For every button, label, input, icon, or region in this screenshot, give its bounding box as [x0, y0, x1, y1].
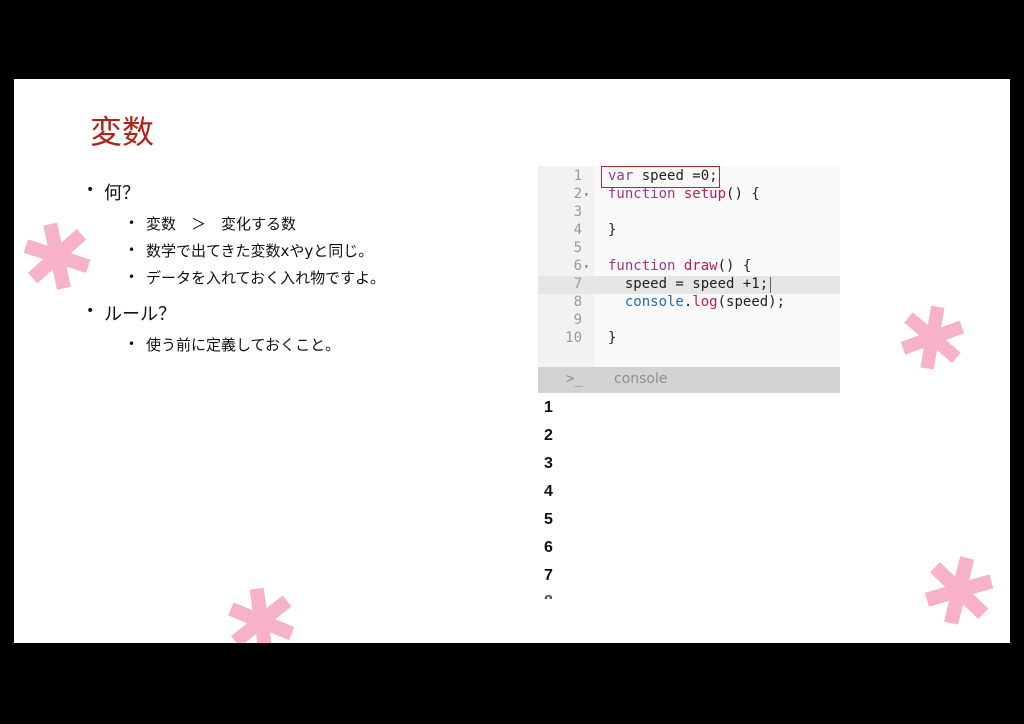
code-text: speed = speed +1;	[608, 276, 769, 292]
code-text: function setup() {	[608, 186, 760, 202]
console-output-line: 1	[544, 399, 553, 416]
console-header[interactable]: >_ console	[538, 367, 840, 393]
console-output-line: 5	[544, 511, 553, 528]
console-prompt-icon: >_	[566, 371, 583, 387]
code-line[interactable]: 2 ▾ function setup() {	[538, 186, 840, 204]
bullet-list: 何？ 変数 ＞ 変化する数 数学で出てきた変数xやyと同じ。 データを入れておく…	[84, 179, 385, 367]
text-cursor	[770, 277, 771, 293]
asterisk-decoration-icon: ✱	[887, 284, 977, 396]
code-line-active[interactable]: 7 speed = speed +1;	[538, 276, 840, 294]
code-line[interactable]: 10 }	[538, 330, 840, 348]
bullet-group-rule: ルール？ 使う前に定義しておくこと。	[84, 300, 385, 355]
code-text: console.log(speed);	[624, 294, 786, 310]
line-number: 4	[573, 222, 582, 238]
bullet-rule: ルール？	[84, 300, 385, 326]
asterisk-decoration-icon: ✱	[216, 566, 307, 643]
console-output-line: 6	[544, 539, 553, 556]
sub-bullet: 使う前に定義しておくこと。	[84, 334, 385, 355]
code-line[interactable]: 5	[538, 240, 840, 258]
line-number: 5	[573, 240, 582, 256]
code-line[interactable]: 3	[538, 204, 840, 222]
console-output-line: 8	[544, 593, 553, 599]
sub-bullet: 数学で出てきた変数xやyと同じ。	[84, 240, 385, 261]
console-output-line: 4	[544, 483, 553, 500]
code-editor[interactable]: 1 var speed =0; 2 ▾ function setup() { 3…	[538, 166, 840, 369]
line-number: 10	[565, 330, 582, 346]
console-label: console	[614, 371, 668, 387]
line-number: 7	[573, 276, 582, 292]
slide-title: 変数	[90, 113, 155, 151]
slide: 変数 何？ 変数 ＞ 変化する数 数学で出てきた変数xやyと同じ。 データを入れ…	[14, 79, 1010, 643]
console-output-line: 3	[544, 455, 553, 472]
highlight-box-var-declaration	[601, 166, 720, 188]
line-number: 8	[573, 294, 582, 310]
line-number: 6	[573, 258, 582, 274]
line-number: 3	[573, 204, 582, 220]
console-output[interactable]: 1 2 3 4 5 6 7 8	[538, 393, 840, 599]
sub-bullet: 変数 ＞ 変化する数	[84, 213, 385, 234]
bullet-group-what: 何？ 変数 ＞ 変化する数 数学で出てきた変数xやyと同じ。 データを入れておく…	[84, 179, 385, 288]
sub-bullet: データを入れておく入れ物ですよ。	[84, 267, 385, 288]
console-output-line: 2	[544, 427, 553, 444]
line-number: 1	[573, 168, 582, 184]
asterisk-decoration-icon: ✱	[908, 531, 1010, 643]
console-output-line: 7	[544, 567, 553, 584]
fold-arrow-icon[interactable]: ▾	[584, 186, 589, 204]
line-number: 2	[573, 186, 582, 202]
code-line[interactable]: 4 }	[538, 222, 840, 240]
code-text: }	[608, 222, 617, 238]
code-line[interactable]: 8 console.log(speed);	[538, 294, 840, 312]
line-number: 9	[573, 312, 582, 328]
bullet-what: 何？	[84, 179, 385, 205]
code-line[interactable]: 9	[538, 312, 840, 330]
code-text: function draw() {	[608, 258, 752, 274]
code-text: }	[608, 330, 617, 346]
code-line[interactable]: 6 ▾ function draw() {	[538, 258, 840, 276]
fold-arrow-icon[interactable]: ▾	[584, 258, 589, 276]
